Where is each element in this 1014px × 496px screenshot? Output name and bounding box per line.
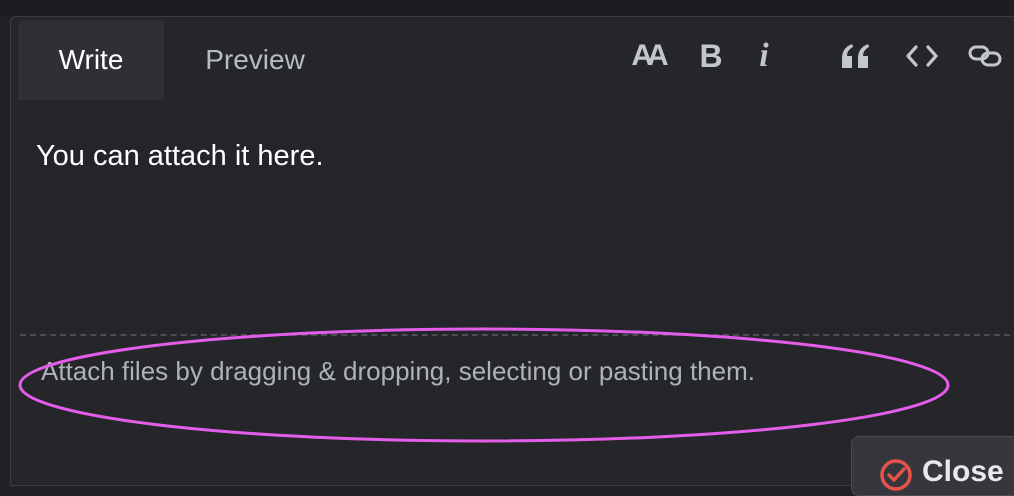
- comment-textarea[interactable]: You can attach it here.: [20, 118, 1010, 334]
- attach-divider: [20, 334, 1010, 336]
- close-button-label: Close: [922, 455, 1004, 488]
- comment-text: You can attach it here.: [36, 140, 324, 172]
- tab-preview[interactable]: Preview: [175, 20, 335, 100]
- top-bar: [0, 0, 1014, 16]
- bold-icon[interactable]: B: [696, 36, 726, 76]
- code-icon[interactable]: [904, 36, 940, 76]
- bold-glyph: B: [699, 37, 723, 74]
- tab-write[interactable]: Write: [18, 20, 164, 100]
- text-size-glyph: AA: [631, 39, 668, 72]
- close-issue-button[interactable]: Close: [851, 436, 1014, 496]
- link-icon[interactable]: [966, 36, 1006, 76]
- italic-icon[interactable]: i: [752, 36, 776, 76]
- text-size-icon[interactable]: AA: [626, 36, 668, 76]
- italic-glyph: i: [759, 37, 769, 74]
- attach-files-hint[interactable]: Attach files by dragging & dropping, sel…: [41, 356, 755, 387]
- quote-icon[interactable]: [838, 36, 874, 76]
- close-issue-icon: [880, 459, 912, 491]
